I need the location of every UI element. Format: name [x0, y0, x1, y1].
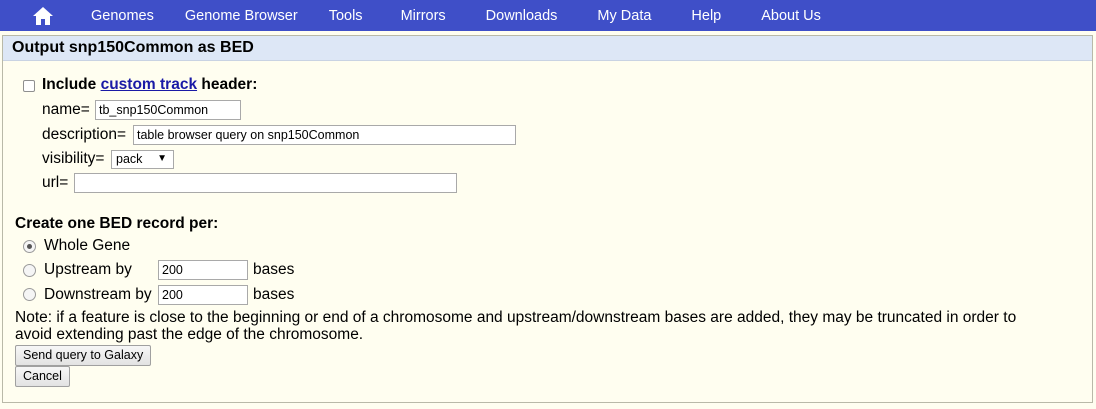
- nav-my-data[interactable]: My Data: [597, 8, 651, 24]
- note-line-2: avoid extending past the edge of the chr…: [15, 326, 364, 343]
- cancel-button[interactable]: Cancel: [15, 366, 70, 387]
- upstream-label: Upstream by: [44, 261, 132, 278]
- upstream-bases-field[interactable]: [158, 260, 248, 280]
- url-field[interactable]: [74, 173, 457, 193]
- include-header-checkbox[interactable]: [23, 80, 35, 92]
- send-to-galaxy-button[interactable]: Send query to Galaxy: [15, 345, 152, 366]
- top-nav-bar: Genomes Genome Browser Tools Mirrors Dow…: [0, 0, 1096, 31]
- whole-gene-label: Whole Gene: [44, 237, 131, 254]
- whole-gene-radio[interactable]: [23, 240, 36, 253]
- nav-tools[interactable]: Tools: [329, 8, 363, 24]
- nav-about-us[interactable]: About Us: [761, 8, 821, 24]
- downstream-label: Downstream by: [44, 286, 152, 303]
- include-prefix-text: Include: [42, 76, 101, 93]
- nav-mirrors[interactable]: Mirrors: [401, 8, 446, 24]
- upstream-units: bases: [253, 261, 295, 278]
- visibility-value: pack: [116, 152, 143, 166]
- home-icon[interactable]: [30, 5, 56, 27]
- name-label: name=: [42, 101, 90, 118]
- downstream-bases-field[interactable]: [158, 285, 248, 305]
- upstream-radio[interactable]: [23, 264, 36, 277]
- description-field[interactable]: [133, 125, 516, 145]
- dropdown-arrow-icon: ▼: [157, 153, 167, 164]
- nav-genome-browser[interactable]: Genome Browser: [185, 8, 298, 24]
- name-field[interactable]: [95, 100, 241, 120]
- panel-title: Output snp150Common as BED: [3, 36, 1092, 61]
- custom-track-link[interactable]: custom track: [101, 76, 197, 93]
- downstream-units: bases: [253, 286, 295, 303]
- nav-help[interactable]: Help: [691, 8, 721, 24]
- nav-downloads[interactable]: Downloads: [486, 8, 558, 24]
- visibility-label: visibility=: [42, 150, 105, 167]
- downstream-radio[interactable]: [23, 288, 36, 301]
- bed-record-heading: Create one BED record per:: [15, 215, 219, 232]
- include-suffix-text: header:: [197, 76, 258, 93]
- include-header-label: Include custom track header:: [42, 76, 257, 94]
- nav-genomes[interactable]: Genomes: [91, 8, 154, 24]
- url-label: url=: [42, 174, 69, 191]
- visibility-select[interactable]: pack ▼: [111, 150, 174, 169]
- description-label: description=: [42, 126, 127, 143]
- note-line-1: Note: if a feature is close to the begin…: [15, 309, 1017, 326]
